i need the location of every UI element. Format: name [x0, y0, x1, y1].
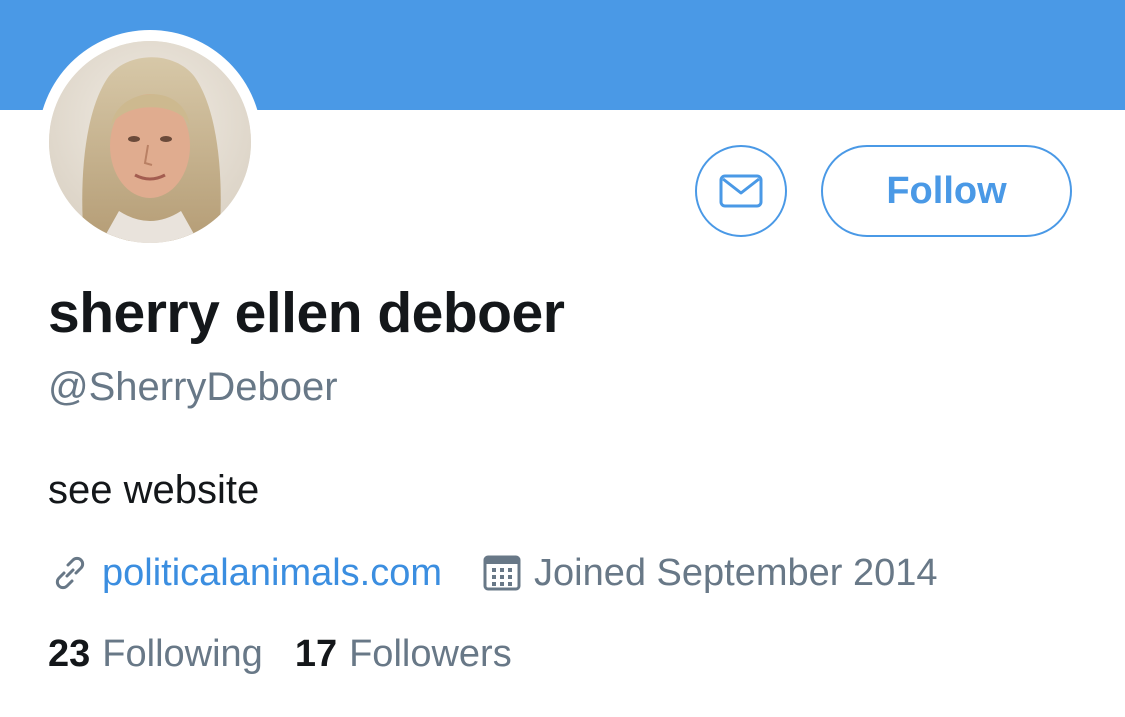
avatar-frame: [38, 30, 262, 254]
message-button[interactable]: [695, 145, 787, 237]
following-stat[interactable]: 23 Following: [48, 633, 263, 676]
envelope-icon: [719, 174, 763, 208]
calendar-icon: [480, 551, 524, 595]
joined-date: Joined September 2014: [534, 551, 938, 594]
followers-stat[interactable]: 17 Followers: [295, 633, 512, 676]
avatar[interactable]: [49, 41, 251, 243]
followers-count: 17: [294, 633, 338, 675]
bio-text: see website: [48, 468, 260, 512]
user-handle: @SherryDeboer: [48, 365, 338, 409]
avatar-photo-icon: [49, 41, 251, 243]
followers-label: Followers: [349, 633, 512, 675]
follow-stats: 23 Following 17 Followers: [48, 633, 512, 676]
follow-button[interactable]: Follow: [821, 145, 1072, 237]
link-icon: [48, 551, 92, 595]
profile-page: Follow sherry ellen deboer @SherryDeboer…: [0, 0, 1125, 717]
following-count: 23: [48, 633, 91, 675]
profile-meta: politicalanimals.com Joined September 20…: [48, 549, 938, 597]
following-label: Following: [102, 633, 263, 675]
display-name: sherry ellen deboer: [48, 281, 565, 345]
website-link[interactable]: politicalanimals.com: [102, 552, 442, 595]
